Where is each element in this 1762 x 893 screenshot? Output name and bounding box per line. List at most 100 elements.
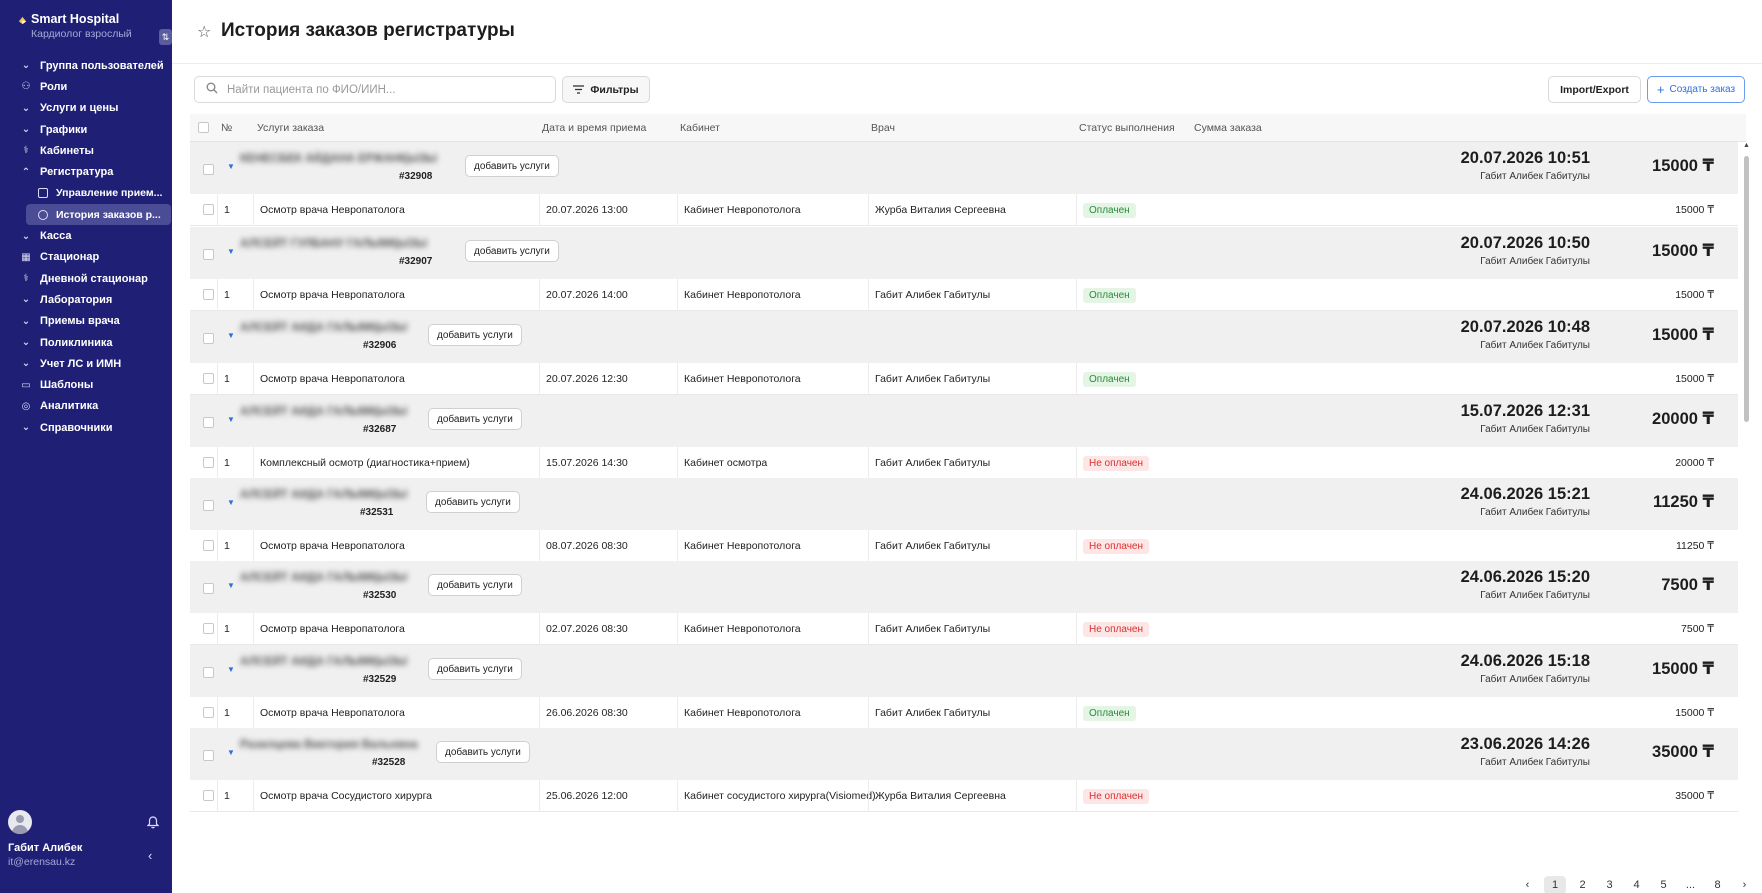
page-button[interactable]: 4 bbox=[1623, 876, 1650, 893]
page-button[interactable]: 2 bbox=[1569, 876, 1596, 893]
add-services-button[interactable]: добавить услуги bbox=[428, 574, 522, 596]
order-header[interactable]: ▼ АЛСЕЙТ АИДА ГАЛЫМҚЫЗЫ #32531 добавить усл… bbox=[190, 478, 1738, 530]
scrollbar[interactable]: ▲ bbox=[1742, 142, 1750, 877]
sidebar-subitem[interactable]: Управление прием... bbox=[26, 183, 171, 204]
order-header[interactable]: ▼ АЛСЕЙТ АИДА ГАЛЫМҚЫЗЫ #32530 добавить усл… bbox=[190, 561, 1738, 613]
sidebar-item[interactable]: ⚕ Дневной стационар bbox=[0, 268, 172, 289]
scroll-up-icon[interactable]: ▲ bbox=[1743, 142, 1750, 149]
row-checkbox[interactable] bbox=[203, 540, 214, 551]
col-sum: Сумма заказа bbox=[1194, 122, 1262, 134]
order-header[interactable]: ▼ АЛСЕЙТ АИДА ГАЛЫМҚЫЗЫ #32906 добавить усл… bbox=[190, 311, 1738, 363]
order-header[interactable]: ▼ Разилцева Виктория Вальевна #32528 добави… bbox=[190, 728, 1738, 780]
filters-button[interactable]: Фильтры bbox=[562, 76, 650, 103]
page-button[interactable]: 1 bbox=[1544, 876, 1566, 893]
caret-down-icon[interactable]: ▼ bbox=[227, 415, 235, 424]
patient-name[interactable]: АЛСЕЙТ ГУЛБАНУ ГАЛЫМҚЫЗЫ bbox=[240, 238, 427, 250]
row-checkbox[interactable] bbox=[203, 790, 214, 801]
order-header[interactable]: ▼ АЛСЕЙТ АИДА ГАЛЫМҚЫЗЫ #32687 добавить усл… bbox=[190, 395, 1738, 447]
table-row[interactable]: 1 Осмотр врача Сосудистого хирурга 25.06.2… bbox=[190, 780, 1738, 812]
sidebar-item[interactable]: ⌄ Лаборатория bbox=[0, 289, 172, 310]
sidebar-item[interactable]: ⚇ Роли bbox=[0, 76, 172, 97]
order-checkbox[interactable] bbox=[203, 249, 214, 260]
table-row[interactable]: 1 Осмотр врача Невропатолога 26.06.2026 08… bbox=[190, 697, 1738, 729]
sidebar-item[interactable]: ⌄ Графики bbox=[0, 119, 172, 140]
row-checkbox[interactable] bbox=[203, 373, 214, 384]
table-row[interactable]: 1 Осмотр врача Невропатолога 20.07.2026 13… bbox=[190, 194, 1738, 226]
add-services-button[interactable]: добавить услуги bbox=[428, 324, 522, 346]
order-checkbox[interactable] bbox=[203, 164, 214, 175]
patient-name[interactable]: АЛСЕЙТ АИДА ГАЛЫМҚЫЗЫ bbox=[240, 406, 407, 418]
order-header[interactable]: ▼ АЛСЕЙТ АИДА ГАЛЫМҚЫЗЫ #32529 добавить усл… bbox=[190, 645, 1738, 697]
star-icon[interactable]: ☆ bbox=[197, 22, 211, 42]
add-services-button[interactable]: добавить услуги bbox=[465, 155, 559, 177]
sidebar-item[interactable]: ⌄ Услуги и цены bbox=[0, 98, 172, 119]
page-button[interactable]: 8 bbox=[1704, 876, 1731, 893]
sidebar-item[interactable]: ⌄ Поликлиника bbox=[0, 332, 172, 353]
select-all-checkbox[interactable] bbox=[198, 122, 209, 133]
sidebar-item[interactable]: ▦ Стационар bbox=[0, 247, 172, 268]
patient-name[interactable]: АЛСЕЙТ АИДА ГАЛЫМҚЫЗЫ bbox=[240, 656, 407, 668]
sidebar-item[interactable]: ⌄ Касса bbox=[0, 225, 172, 246]
order-checkbox[interactable] bbox=[203, 417, 214, 428]
search-field[interactable] bbox=[194, 76, 556, 103]
order-total: 15000 ₸ bbox=[1652, 157, 1714, 175]
caret-down-icon[interactable]: ▼ bbox=[227, 498, 235, 507]
add-services-button[interactable]: добавить услуги bbox=[428, 658, 522, 680]
row-checkbox[interactable] bbox=[203, 204, 214, 215]
import-export-button[interactable]: Import/Export bbox=[1548, 76, 1641, 103]
add-services-button[interactable]: добавить услуги bbox=[465, 240, 559, 262]
order-checkbox[interactable] bbox=[203, 667, 214, 678]
caret-down-icon[interactable]: ▼ bbox=[227, 581, 235, 590]
bell-icon[interactable] bbox=[146, 816, 160, 832]
patient-name[interactable]: КЕНЕСБЕК АЙДАНА ЕРЖАНҚЫЗЫ bbox=[240, 153, 437, 165]
page-button[interactable]: 5 bbox=[1650, 876, 1677, 893]
order-checkbox[interactable] bbox=[203, 750, 214, 761]
patient-name[interactable]: АЛСЕЙТ АИДА ГАЛЫМҚЫЗЫ bbox=[240, 489, 407, 501]
role-switch-icon[interactable]: ⇅ bbox=[159, 29, 172, 45]
table-row[interactable]: 1 Комплексный осмотр (диагностика+прием) 1… bbox=[190, 447, 1738, 479]
prev-page-icon[interactable]: ‹ bbox=[1514, 876, 1541, 893]
table-row[interactable]: 1 Осмотр врача Невропатолога 20.07.2026 14… bbox=[190, 279, 1738, 311]
order-checkbox[interactable] bbox=[203, 500, 214, 511]
page-button[interactable]: 3 bbox=[1596, 876, 1623, 893]
order-number: #32907 bbox=[399, 256, 433, 267]
sidebar-subitem[interactable]: История заказов р... bbox=[26, 204, 171, 226]
patient-name[interactable]: АЛСЕЙТ АИДА ГАЛЫМҚЫЗЫ bbox=[240, 322, 407, 334]
sidebar-item[interactable]: ⌄ Приемы врача bbox=[0, 311, 172, 332]
sidebar-item[interactable]: ⚕ Кабинеты bbox=[0, 140, 172, 161]
row-checkbox[interactable] bbox=[203, 623, 214, 634]
table-row[interactable]: 1 Осмотр врача Невропатолога 02.07.2026 08… bbox=[190, 613, 1738, 645]
order-header[interactable]: ▼ АЛСЕЙТ ГУЛБАНУ ГАЛЫМҚЫЗЫ #32907 добавить … bbox=[190, 227, 1738, 279]
scroll-thumb[interactable] bbox=[1744, 156, 1749, 422]
next-page-icon[interactable]: › bbox=[1731, 876, 1758, 893]
caret-down-icon[interactable]: ▼ bbox=[227, 331, 235, 340]
sidebar-item[interactable]: ⌄ Справочники bbox=[0, 417, 172, 438]
table-row[interactable]: 1 Осмотр врача Невропатолога 08.07.2026 08… bbox=[190, 530, 1738, 562]
order-header[interactable]: ▼ КЕНЕСБЕК АЙДАНА ЕРЖАНҚЫЗЫ #32908 добавить… bbox=[190, 142, 1738, 194]
sidebar-item[interactable]: ⌄ Учет ЛС и ИМН bbox=[0, 353, 172, 374]
row-checkbox[interactable] bbox=[203, 289, 214, 300]
order-checkbox[interactable] bbox=[203, 333, 214, 344]
caret-down-icon[interactable]: ▼ bbox=[227, 748, 235, 757]
collapse-sidebar-icon[interactable]: ‹ bbox=[148, 848, 152, 863]
add-services-button[interactable]: добавить услуги bbox=[436, 741, 530, 763]
patient-name[interactable]: АЛСЕЙТ АИДА ГАЛЫМҚЫЗЫ bbox=[240, 572, 407, 584]
order-checkbox[interactable] bbox=[203, 583, 214, 594]
caret-down-icon[interactable]: ▼ bbox=[227, 162, 235, 171]
sidebar-item[interactable]: ⌃ Регистратура bbox=[0, 161, 172, 182]
row-checkbox[interactable] bbox=[203, 457, 214, 468]
avatar[interactable] bbox=[8, 810, 32, 834]
table-row[interactable]: 1 Осмотр врача Невропатолога 20.07.2026 12… bbox=[190, 363, 1738, 395]
create-order-button[interactable]: + Создать заказ bbox=[1647, 76, 1745, 103]
row-checkbox[interactable] bbox=[203, 707, 214, 718]
search-input[interactable] bbox=[227, 81, 547, 99]
caret-down-icon[interactable]: ▼ bbox=[227, 665, 235, 674]
sidebar-item[interactable]: ◎ Аналитика bbox=[0, 396, 172, 417]
sidebar-item[interactable]: ⌄ Группа пользователей bbox=[0, 55, 172, 76]
patient-name[interactable]: Разилцева Виктория Вальевна bbox=[240, 739, 418, 751]
sidebar-item[interactable]: ▭ Шаблоны bbox=[0, 374, 172, 395]
add-services-button[interactable]: добавить услуги bbox=[428, 408, 522, 430]
add-services-button[interactable]: добавить услуги bbox=[426, 491, 520, 513]
filter-icon bbox=[573, 85, 585, 94]
caret-down-icon[interactable]: ▼ bbox=[227, 247, 235, 256]
